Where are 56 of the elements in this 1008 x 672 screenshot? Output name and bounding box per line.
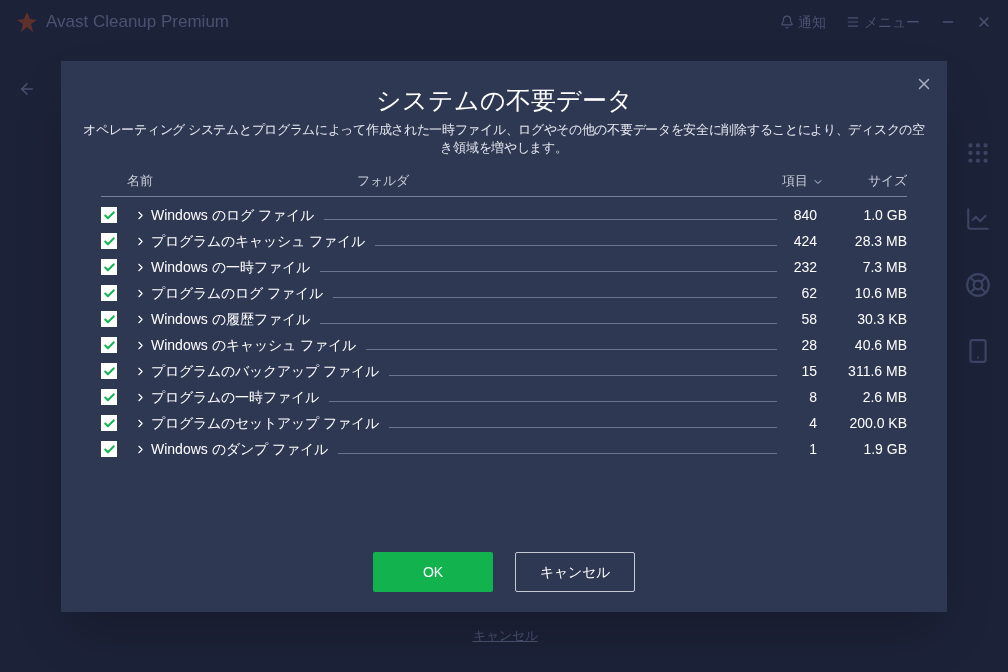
checkbox[interactable]: [101, 389, 117, 405]
category-name: Windows のダンプ ファイル: [151, 439, 328, 459]
checkbox[interactable]: [101, 207, 117, 223]
item-count: 28: [800, 335, 817, 355]
grid-icon[interactable]: [965, 140, 991, 166]
ok-button[interactable]: OK: [373, 552, 493, 592]
file-size: 40.6 MB: [853, 335, 907, 355]
item-count: 1: [808, 439, 817, 459]
size-column-header: サイズ: [868, 173, 907, 191]
file-size: 30.3 KB: [856, 309, 907, 329]
back-icon[interactable]: [18, 80, 36, 98]
count-column-header[interactable]: 項目: [782, 172, 824, 191]
file-size: 200.0 KB: [848, 413, 907, 433]
category-name: プログラムのセットアップ ファイル: [151, 413, 379, 433]
item-count: 62: [800, 283, 817, 303]
cancel-button[interactable]: キャンセル: [515, 552, 635, 592]
item-count: 8: [808, 387, 817, 407]
logo-icon: [16, 11, 38, 33]
category-name: Windows のログ ファイル: [151, 205, 314, 225]
category-name: プログラムのバックアップ ファイル: [151, 361, 379, 381]
dialog-title: システムの不要データ: [375, 85, 633, 116]
category-name: Windows のキャッシュ ファイル: [151, 335, 356, 355]
item-count: 424: [792, 231, 817, 251]
file-size: 10.6 MB: [853, 283, 907, 303]
category-name: Windows の履歴ファイル: [151, 309, 310, 329]
category-name: プログラムのキャッシュ ファイル: [151, 231, 365, 251]
checkbox[interactable]: [101, 337, 117, 353]
category-name: プログラムのログ ファイル: [151, 283, 323, 303]
checkbox[interactable]: [101, 233, 117, 249]
folder-column-header: フォルダ: [357, 173, 409, 191]
checkbox[interactable]: [101, 363, 117, 379]
checkbox[interactable]: [101, 259, 117, 275]
item-count: 4: [808, 413, 817, 433]
chart-icon[interactable]: [965, 206, 991, 232]
menu-icon: [846, 15, 860, 29]
name-column-header: 名前: [127, 173, 153, 191]
checkbox[interactable]: [101, 311, 117, 327]
item-count: 15: [800, 361, 817, 381]
bell-icon: [780, 15, 794, 29]
checkbox[interactable]: [101, 415, 117, 431]
app-title: Avast Cleanup Premium: [46, 11, 229, 34]
item-count: 232: [792, 257, 817, 277]
checkbox[interactable]: [101, 441, 117, 457]
file-size: 1.9 GB: [862, 439, 907, 459]
item-count: 58: [800, 309, 817, 329]
file-size: 1.0 GB: [862, 205, 907, 225]
item-count: 840: [792, 205, 817, 225]
category-name: プログラムの一時ファイル: [151, 387, 319, 407]
file-size: 311.6 MB: [847, 361, 907, 381]
file-size: 28.3 MB: [853, 231, 907, 251]
checkbox[interactable]: [101, 285, 117, 301]
dialog-description: オペレーティング システムとプログラムによって作成された一時ファイル、ログやその他の不要データを安全に削除することにより、ディスクの空き領域を増やします。: [82, 122, 926, 157]
category-name: Windows の一時ファイル: [151, 257, 310, 277]
file-size: 7.3 MB: [861, 257, 907, 277]
file-size: 2.6 MB: [861, 387, 907, 407]
lifebuoy-icon[interactable]: [965, 272, 991, 298]
